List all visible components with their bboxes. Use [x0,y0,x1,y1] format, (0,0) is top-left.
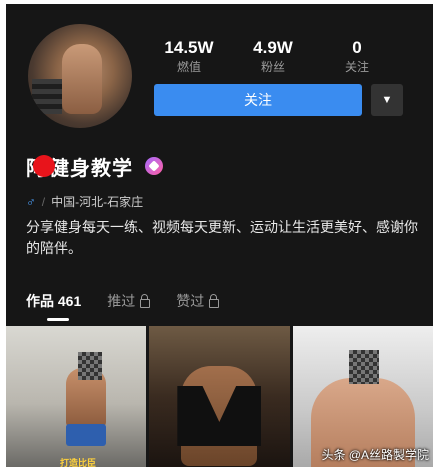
stat-following[interactable]: 0 关注 [322,38,392,74]
stat-likes[interactable]: 14.5W 燃值 [154,38,224,74]
watermark-text: 头条 @A丝路製学院 [321,448,429,462]
location-text: 中国-河北-石家庄 [51,195,144,209]
stat-followers-value: 4.9W [253,38,293,57]
lock-icon [209,293,220,308]
tab-works[interactable]: 作品 461 [26,289,81,313]
stat-likes-value: 14.5W [164,38,214,57]
stat-followers-label: 粉丝 [260,60,285,74]
video-thumbnail[interactable] [149,326,290,467]
profile-bio: 分享健身每天一练、视频每天更新、运动让生活更美好、感谢你的陪伴。 [26,219,418,256]
active-tab-indicator [47,318,69,321]
tab-reposts[interactable]: 推过 [107,289,151,313]
follow-button[interactable]: 关注 [154,84,362,116]
profile-stats: 14.5W 燃值 4.9W 粉丝 0 关注 [154,38,392,80]
tab-likes[interactable]: 赞过 [176,289,220,313]
profile-meta: ♂ / 中国-河北-石家庄 [26,193,143,210]
stat-followers[interactable]: 4.9W 粉丝 [238,38,308,74]
thumbnail-caption: 打造比臣 [60,458,97,467]
gender-male-icon: ♂ [26,194,36,209]
caret-down-icon: ▼ [381,94,393,106]
profile-screen: 14.5W 燃值 4.9W 粉丝 0 关注 关注 ▼ 阿 健身教学 ♂ / 中国… [6,4,433,467]
video-grid: 打造比臣 头条 @A丝路製学院 [6,326,433,467]
mosaic-blur [348,350,379,384]
thumbnail-shorts [66,424,106,446]
tab-works-label: 作品 461 [26,293,82,309]
profile-name: 阿 健身教学 [26,152,163,180]
tab-likes-label: 赞过 [176,293,205,309]
meta-divider: / [41,194,46,209]
creator-badge-icon[interactable] [145,157,163,175]
mosaic-blur [78,352,102,380]
stat-following-label: 关注 [344,60,369,74]
lock-icon [140,293,151,308]
profile-tabs: 作品 461 推过 赞过 [26,289,245,313]
profile-name-suffix: 健身教学 [49,157,133,180]
redaction-mark [33,155,55,177]
avatar-gym-rack [32,79,62,114]
stat-following-value: 0 [352,38,362,57]
video-thumbnail[interactable]: 头条 @A丝路製学院 [292,326,433,467]
avatar-torso [62,44,102,114]
more-options-button[interactable]: ▼ [371,84,403,116]
video-thumbnail[interactable]: 打造比臣 [6,326,147,467]
profile-avatar[interactable] [28,24,132,128]
stat-likes-label: 燃值 [176,60,201,74]
tab-reposts-label: 推过 [107,293,136,309]
